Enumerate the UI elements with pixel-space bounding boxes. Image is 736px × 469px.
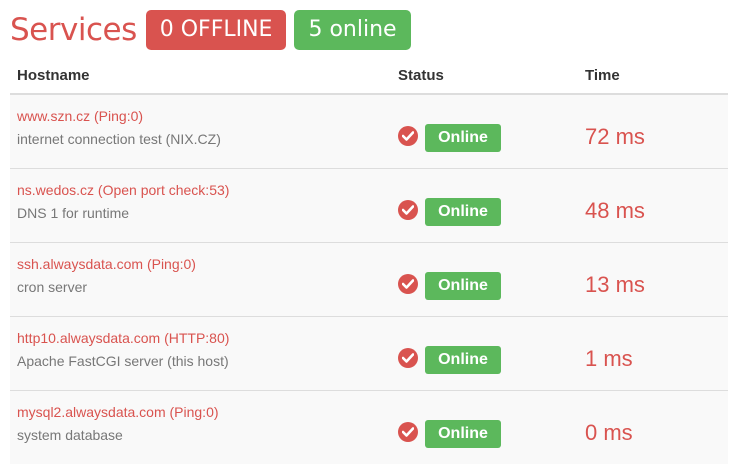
status-badge: Online [425,420,501,448]
check-circle-icon [398,348,418,368]
table-row: ssh.alwaysdata.com (Ping:0) cron server … [10,242,728,316]
host-name: ns.wedos.cz (Open port check:53) [17,182,230,198]
table-row: ns.wedos.cz (Open port check:53) DNS 1 f… [10,168,728,242]
column-header-status: Status [398,67,444,84]
response-time: 13 ms [585,272,645,297]
response-time: 72 ms [585,124,645,149]
host-description: internet connection test (NIX.CZ) [17,131,221,147]
offline-count-badge: 0 OFFLINE [145,10,287,50]
response-time: 1 ms [585,346,633,371]
services-table: www.szn.cz (Ping:0) internet connection … [10,93,728,464]
page-header: Services 0 OFFLINE 5 online [10,10,419,50]
online-count-badge: 5 online [294,10,411,50]
check-circle-icon [398,200,418,220]
check-circle-icon [398,422,418,442]
status-badge: Online [425,346,501,374]
host-name: http10.alwaysdata.com (HTTP:80) [17,330,230,346]
response-time: 0 ms [585,420,633,445]
response-time: 48 ms [585,198,645,223]
host-description: Apache FastCGI server (this host) [17,353,229,369]
table-row: www.szn.cz (Ping:0) internet connection … [10,93,728,168]
host-name: mysql2.alwaysdata.com (Ping:0) [17,404,219,420]
table-row: http10.alwaysdata.com (HTTP:80) Apache F… [10,316,728,390]
status-badge: Online [425,198,501,226]
check-circle-icon [398,274,418,294]
host-description: system database [17,427,123,443]
table-row: mysql2.alwaysdata.com (Ping:0) system da… [10,390,728,464]
page-title: Services [10,12,137,48]
status-badge: Online [425,272,501,300]
host-description: DNS 1 for runtime [17,205,130,221]
column-header-hostname: Hostname [17,67,90,84]
host-description: cron server [17,279,88,295]
host-name: www.szn.cz (Ping:0) [17,108,144,124]
column-header-time: Time [585,67,620,84]
check-circle-icon [398,126,418,146]
host-name: ssh.alwaysdata.com (Ping:0) [17,256,196,272]
status-badge: Online [425,124,501,152]
